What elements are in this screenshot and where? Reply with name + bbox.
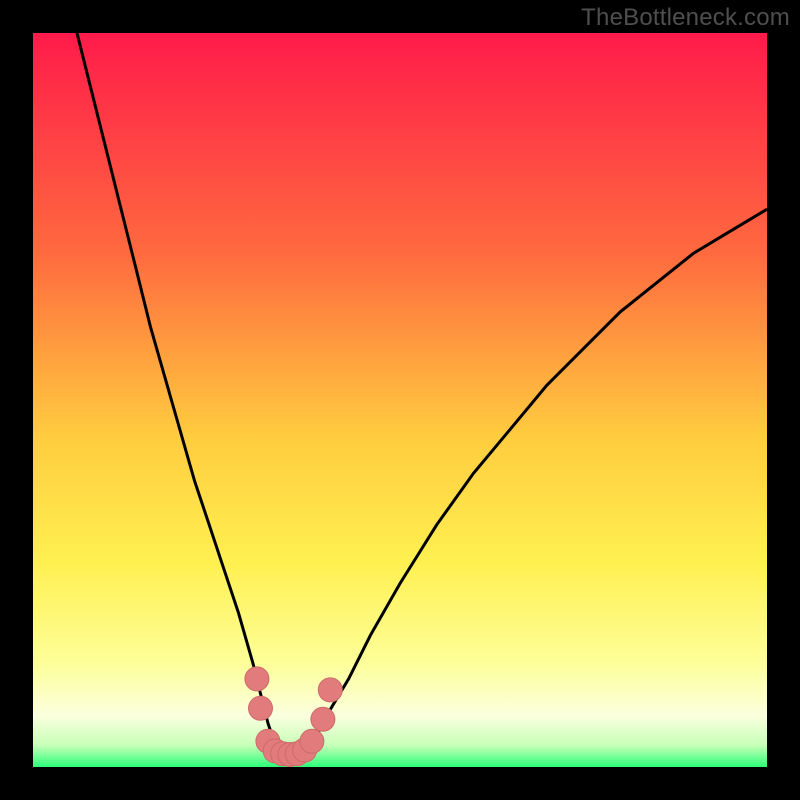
curve-marker	[300, 729, 324, 753]
curve-marker	[311, 707, 335, 731]
chart-svg	[33, 33, 767, 767]
curve-marker	[318, 678, 342, 702]
outer-black-frame: TheBottleneck.com	[0, 0, 800, 800]
watermark-text: TheBottleneck.com	[581, 4, 790, 32]
plot-area	[33, 33, 767, 767]
curve-marker	[245, 667, 269, 691]
gradient-background	[33, 33, 767, 767]
curve-marker	[249, 696, 273, 720]
